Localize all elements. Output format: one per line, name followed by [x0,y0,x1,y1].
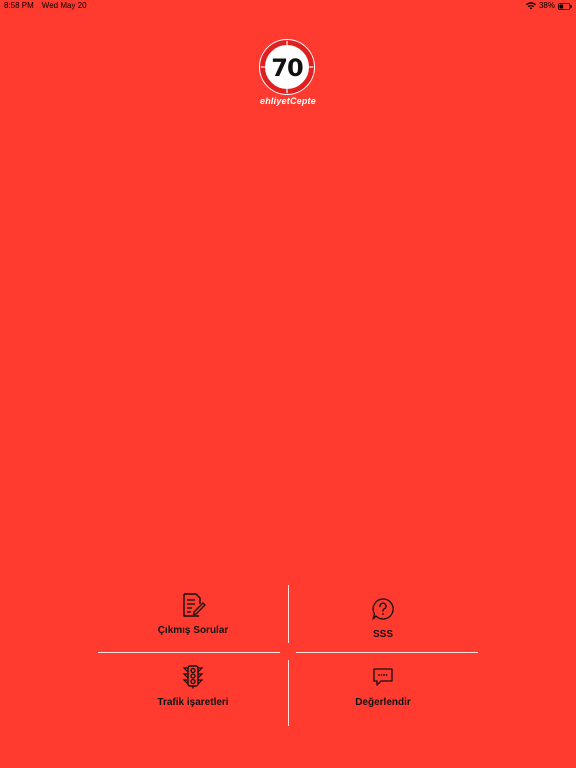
speed-limit-number: 70 [271,54,303,82]
battery-icon [558,2,572,10]
menu-item-cikmis-sorular[interactable]: Çıkmış Sorular [98,591,288,659]
chat-bubble-icon [372,663,394,691]
traffic-light-icon [182,663,204,691]
menu-item-sss[interactable]: SSS [288,595,478,663]
battery-percent: 38% [538,1,555,10]
status-date: Wed May 20 [41,1,87,10]
menu-item-degerlendir[interactable]: Değerlendir [288,663,478,731]
app-logo: 70 ehliyetCepte [258,38,318,112]
menu-item-label: Değerlendir [355,697,411,708]
menu-item-label: Çıkmış Sorular [157,625,229,636]
menu-item-trafik-isaretleri[interactable]: Trafik işaretleri [98,663,288,731]
document-edit-icon [180,591,206,619]
main-menu: Çıkmış Sorular SSS Trafik işaretleri Değ… [98,585,478,726]
menu-item-label: Trafik işaretleri [157,697,229,708]
brand-name: ehliyetCepte [260,96,316,106]
status-bar: 8:58 PM Wed May 20 38% [0,0,576,12]
status-left: 8:58 PM Wed May 20 [4,0,87,12]
status-time: 8:58 PM [4,1,34,10]
status-right: 38% [525,0,572,12]
wifi-icon [525,2,536,10]
question-bubble-icon [371,595,395,623]
menu-item-label: SSS [372,629,393,640]
